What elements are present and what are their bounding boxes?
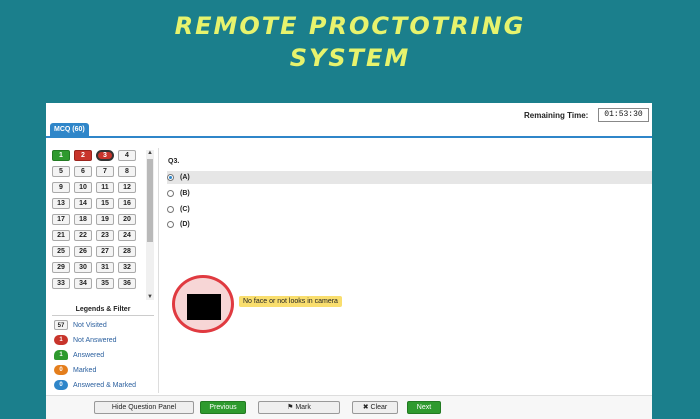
question-button[interactable]: 8 bbox=[118, 166, 136, 177]
legend-label-marked: Marked bbox=[73, 366, 97, 374]
option-c-radio[interactable] bbox=[167, 206, 174, 213]
legend-answered-marked[interactable]: 0 Answered & Marked bbox=[54, 379, 136, 391]
clear-icon: ✖ bbox=[362, 404, 371, 411]
question-button[interactable]: 16 bbox=[118, 198, 136, 209]
hide-question-panel-button[interactable]: Hide Question Panel bbox=[94, 401, 194, 414]
option-a-label: (A) bbox=[180, 174, 190, 181]
legend-chip-not-answered: 1 bbox=[54, 335, 68, 345]
panel-divider bbox=[158, 148, 159, 393]
remaining-time-label: Remaining Time: bbox=[524, 111, 589, 120]
tab-underline bbox=[46, 136, 652, 138]
option-c-label: (C) bbox=[180, 206, 190, 213]
scroll-thumb[interactable] bbox=[147, 159, 153, 242]
legend-title: Legends & Filter bbox=[52, 303, 154, 316]
question-button[interactable]: 11 bbox=[96, 182, 114, 193]
question-button[interactable]: 18 bbox=[74, 214, 92, 225]
banner-title-line1: REMOTE PROCTOTRING bbox=[174, 12, 526, 40]
palette-scrollbar[interactable]: ▲ ▼ bbox=[146, 150, 154, 300]
legend-answered[interactable]: 1 Answered bbox=[54, 349, 104, 361]
option-b-label: (B) bbox=[180, 190, 190, 197]
option-b[interactable]: (B) bbox=[167, 187, 652, 200]
question-button[interactable]: 10 bbox=[74, 182, 92, 193]
question-button[interactable]: 23 bbox=[96, 230, 114, 241]
clear-button[interactable]: ✖ Clear bbox=[352, 401, 398, 414]
question-button[interactable]: 9 bbox=[52, 182, 70, 193]
question-button[interactable]: 33 bbox=[52, 278, 70, 289]
question-button[interactable]: 28 bbox=[118, 246, 136, 257]
next-button[interactable]: Next bbox=[407, 401, 441, 414]
legend-not-answered[interactable]: 1 Not Answered bbox=[54, 334, 117, 346]
mark-button-label: Mark bbox=[295, 404, 311, 411]
option-c[interactable]: (C) bbox=[167, 203, 652, 216]
question-palette: 1 2 3 4 5 6 7 8 9 10 11 12 13 14 15 16 17 18 19 20 21 22 23 24 2… bbox=[52, 150, 140, 289]
option-d[interactable]: (D) bbox=[167, 218, 652, 231]
clear-button-label: Clear bbox=[370, 404, 388, 411]
option-a[interactable]: (A) bbox=[167, 171, 652, 184]
legend-chip-answered-marked: 0 bbox=[54, 380, 68, 390]
question-button[interactable]: 4 bbox=[118, 150, 136, 161]
question-button[interactable]: 29 bbox=[52, 262, 70, 273]
question-button[interactable]: 5 bbox=[52, 166, 70, 177]
question-button[interactable]: 22 bbox=[74, 230, 92, 241]
legend-label-answered-marked: Answered & Marked bbox=[73, 381, 137, 389]
question-button[interactable]: 17 bbox=[52, 214, 70, 225]
question-button[interactable]: 24 bbox=[118, 230, 136, 241]
question-button[interactable]: 36 bbox=[118, 278, 136, 289]
question-button[interactable]: 12 bbox=[118, 182, 136, 193]
legend-chip-marked: 0 bbox=[54, 365, 68, 375]
camera-alert: No face or not looks in camera bbox=[239, 296, 342, 307]
option-b-radio[interactable] bbox=[167, 190, 174, 197]
scroll-up-icon[interactable]: ▲ bbox=[147, 150, 153, 156]
question-button[interactable]: 27 bbox=[96, 246, 114, 257]
question-button[interactable]: 15 bbox=[96, 198, 114, 209]
question-button[interactable]: 2 bbox=[74, 150, 92, 161]
question-button[interactable]: 1 bbox=[52, 150, 70, 161]
question-button[interactable]: 32 bbox=[118, 262, 136, 273]
question-number: Q3. bbox=[168, 158, 180, 165]
exam-panel: Remaining Time: 01:53:30 MCQ (60) 123456… bbox=[46, 103, 652, 419]
webcam-preview bbox=[172, 275, 234, 333]
question-button[interactable]: 3 bbox=[96, 150, 114, 161]
scroll-down-icon[interactable]: ▼ bbox=[147, 294, 153, 300]
tab-mcq[interactable]: MCQ (60) bbox=[50, 123, 89, 136]
option-d-label: (D) bbox=[180, 221, 190, 228]
question-button[interactable]: 7 bbox=[96, 166, 114, 177]
option-d-radio[interactable] bbox=[167, 221, 174, 228]
legend-chip-not-visited: 57 bbox=[54, 320, 68, 330]
question-button[interactable]: 21 bbox=[52, 230, 70, 241]
legend-marked[interactable]: 0 Marked bbox=[54, 364, 96, 376]
legend-not-visited[interactable]: 57 Not Visited bbox=[54, 319, 107, 331]
mark-button[interactable]: ⚑ Mark bbox=[258, 401, 340, 414]
question-button[interactable]: 34 bbox=[74, 278, 92, 289]
legend-label-not-visited: Not Visited bbox=[73, 321, 107, 329]
remaining-time-value: 01:53:30 bbox=[598, 108, 649, 122]
question-button[interactable]: 35 bbox=[96, 278, 114, 289]
question-button[interactable]: 31 bbox=[96, 262, 114, 273]
option-a-radio[interactable] bbox=[167, 174, 174, 181]
legend-label-not-answered: Not Answered bbox=[73, 336, 117, 344]
legend-label-answered: Answered bbox=[73, 351, 105, 359]
previous-button[interactable]: Previous bbox=[200, 401, 246, 414]
question-button[interactable]: 14 bbox=[74, 198, 92, 209]
question-button[interactable]: 6 bbox=[74, 166, 92, 177]
question-button[interactable]: 13 bbox=[52, 198, 70, 209]
webcam-face-redacted bbox=[187, 294, 221, 320]
banner-title-line2: SYSTEM bbox=[289, 44, 411, 72]
question-button[interactable]: 19 bbox=[96, 214, 114, 225]
question-button[interactable]: 26 bbox=[74, 246, 92, 257]
question-button[interactable]: 25 bbox=[52, 246, 70, 257]
question-button[interactable]: 20 bbox=[118, 214, 136, 225]
legend-chip-answered: 1 bbox=[54, 350, 68, 360]
question-button[interactable]: 30 bbox=[74, 262, 92, 273]
